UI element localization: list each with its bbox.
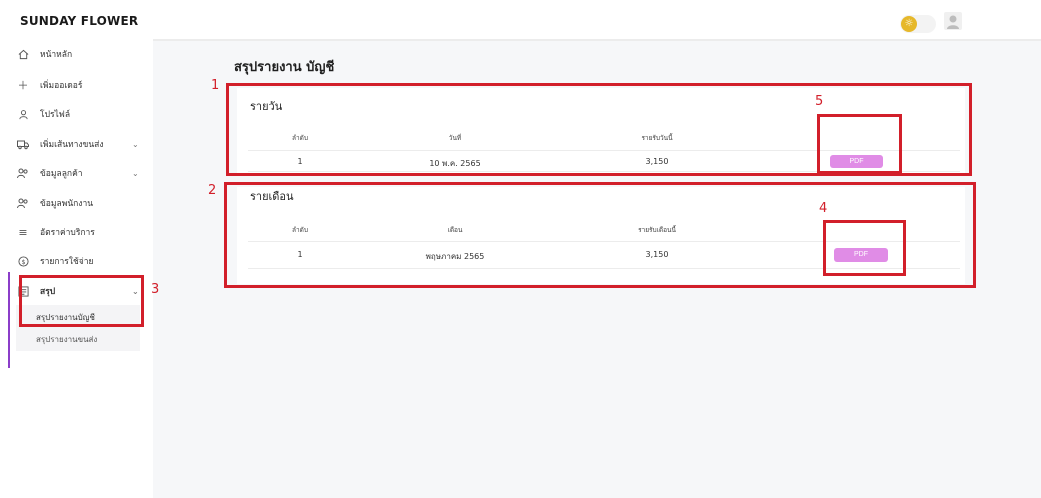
annotation-box-daily-pdf bbox=[817, 114, 902, 174]
sidebar-item-expenses[interactable]: $ รายการใช้จ่าย bbox=[16, 249, 93, 273]
sidebar-item-customers[interactable]: ข้อมูลลูกค้า ⌄ bbox=[16, 161, 139, 185]
top-bar: SUNDAY FLOWER ☼ bbox=[0, 0, 1041, 41]
annotation-number-1: 1 bbox=[211, 78, 220, 93]
sun-icon: ☼ bbox=[901, 16, 917, 32]
theme-toggle[interactable]: ☼ bbox=[900, 15, 936, 33]
sidebar-item-label: ข้อมูลพนักงาน bbox=[40, 199, 94, 209]
brand-logo: SUNDAY FLOWER bbox=[20, 14, 139, 28]
sidebar-item-profile[interactable]: โปรไฟล์ bbox=[16, 102, 70, 126]
user-icon bbox=[16, 107, 30, 121]
sidebar-item-label: ข้อมูลลูกค้า bbox=[40, 169, 83, 179]
sidebar-item-rates[interactable]: ≡ อัตราค่าบริการ bbox=[16, 220, 95, 244]
sidebar-item-label: รายการใช้จ่าย bbox=[40, 257, 94, 267]
sidebar-item-staff[interactable]: ข้อมูลพนักงาน bbox=[16, 191, 93, 215]
sidebar-item-label: โปรไฟล์ bbox=[40, 110, 71, 120]
sidebar-item-label: หน้าหลัก bbox=[40, 50, 73, 60]
svg-text:$: $ bbox=[21, 257, 25, 265]
submenu-item-shipping-report[interactable]: สรุปรายงานขนส่ง bbox=[36, 333, 97, 346]
annotation-number-2: 2 bbox=[208, 183, 217, 198]
chevron-down-icon: ⌄ bbox=[132, 139, 139, 149]
plus-icon: ＋ bbox=[17, 79, 29, 92]
sidebar-item-add-order[interactable]: ＋ เพิ่มออเดอร์ bbox=[16, 73, 83, 97]
chevron-down-icon: ⌄ bbox=[132, 168, 139, 178]
users-icon bbox=[16, 166, 30, 180]
home-icon bbox=[16, 47, 30, 61]
sidebar-item-label: เพิ่มออเดอร์ bbox=[40, 81, 83, 91]
annotation-box-summary-menu bbox=[19, 275, 144, 327]
rate-icon: ≡ bbox=[18, 225, 28, 239]
user-avatar-icon[interactable] bbox=[944, 12, 962, 30]
annotation-number-5: 5 bbox=[815, 94, 824, 109]
sidebar-item-label: เพิ่มเส้นทางขนส่ง bbox=[40, 140, 104, 150]
active-section-indicator bbox=[8, 272, 10, 368]
truck-icon bbox=[16, 137, 30, 151]
page-title: สรุปรายงาน บัญชี bbox=[234, 60, 335, 75]
sidebar-item-add-route[interactable]: เพิ่มเส้นทางขนส่ง ⌄ bbox=[16, 132, 139, 156]
sidebar-item-home[interactable]: หน้าหลัก bbox=[16, 42, 72, 66]
money-icon: $ bbox=[16, 254, 30, 268]
annotation-box-monthly-pdf bbox=[823, 220, 906, 276]
staff-icon bbox=[16, 196, 30, 210]
annotation-number-3: 3 bbox=[151, 282, 160, 297]
annotation-number-4: 4 bbox=[819, 201, 828, 216]
sidebar-item-label: อัตราค่าบริการ bbox=[40, 228, 95, 238]
